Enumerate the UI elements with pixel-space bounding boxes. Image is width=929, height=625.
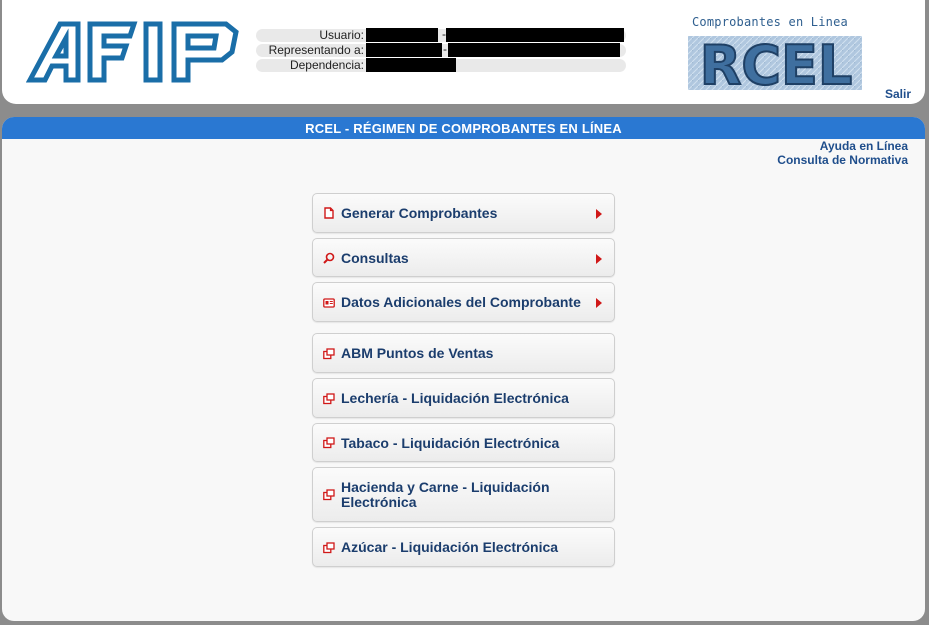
side-links: Ayuda en Línea Consulta de Normativa [777,139,908,167]
rcel-logo-text: RCEL [700,34,853,94]
magnifier-icon [323,252,335,264]
menu-consultas[interactable]: Consultas [312,238,615,277]
menu-label: Lechería - Liquidación Electrónica [341,390,569,406]
rcel-caption: Comprobantes en Linea [692,15,848,29]
external-window-icon [323,437,335,449]
submenu-arrow-icon [596,254,602,264]
redacted-represented-name [448,43,620,57]
representando-label: Representando a: [268,43,364,57]
menu-label: Azúcar - Liquidación Electrónica [341,539,559,555]
usuario-row: Usuario: - [256,28,628,43]
external-window-icon [323,393,335,405]
id-card-icon [323,298,335,308]
menu-datos-adicionales[interactable]: Datos Adicionales del Comprobante [312,282,615,322]
menu-label: Generar Comprobantes [341,205,498,221]
user-info: Usuario: - Representando a: - Dependenci… [256,28,628,73]
salir-link[interactable]: Salir [885,87,911,101]
menu-lecheria[interactable]: Lechería - Liquidación Electrónica [312,378,615,418]
submenu-arrow-icon [596,209,602,219]
external-window-icon [323,348,335,360]
menu-generar-comprobantes[interactable]: Generar Comprobantes [312,193,615,233]
header-panel: Usuario: - Representando a: - Dependenci… [2,0,925,104]
help-link[interactable]: Ayuda en Línea [777,139,908,153]
normativa-link[interactable]: Consulta de Normativa [777,153,908,167]
external-window-icon [323,489,335,501]
separator: - [443,42,447,56]
usuario-label: Usuario: [319,28,364,42]
redacted-user-name [446,28,624,42]
page-title: RCEL - RÉGIMEN DE COMPROBANTES EN LÍNEA [2,117,925,139]
document-icon [324,207,334,219]
menu-abm-puntos-de-ventas[interactable]: ABM Puntos de Ventas [312,333,615,373]
menu-label: ABM Puntos de Ventas [341,345,494,361]
menu-tabaco[interactable]: Tabaco - Liquidación Electrónica [312,423,615,462]
main-panel: RCEL - RÉGIMEN DE COMPROBANTES EN LÍNEA … [2,117,925,621]
menu-label: Tabaco - Liquidación Electrónica [341,435,560,451]
redacted-dependencia [366,58,456,72]
representando-row: Representando a: - [256,43,628,58]
afip-logo [26,21,239,83]
rcel-logo: RCEL [688,33,862,94]
menu-label: Datos Adicionales del Comprobante [341,294,581,310]
dependencia-row: Dependencia: [256,58,628,73]
redacted-represented-id [366,43,442,57]
menu-label: Consultas [341,250,409,266]
redacted-user-id [366,28,438,42]
submenu-arrow-icon [596,298,602,308]
menu-azucar[interactable]: Azúcar - Liquidación Electrónica [312,527,615,567]
dependencia-label: Dependencia: [289,58,364,72]
external-window-icon [323,542,335,554]
menu-hacienda-y-carne[interactable]: Hacienda y Carne - Liquidación Electróni… [312,467,615,522]
menu-label: Hacienda y Carne - Liquidación Electróni… [341,479,550,510]
